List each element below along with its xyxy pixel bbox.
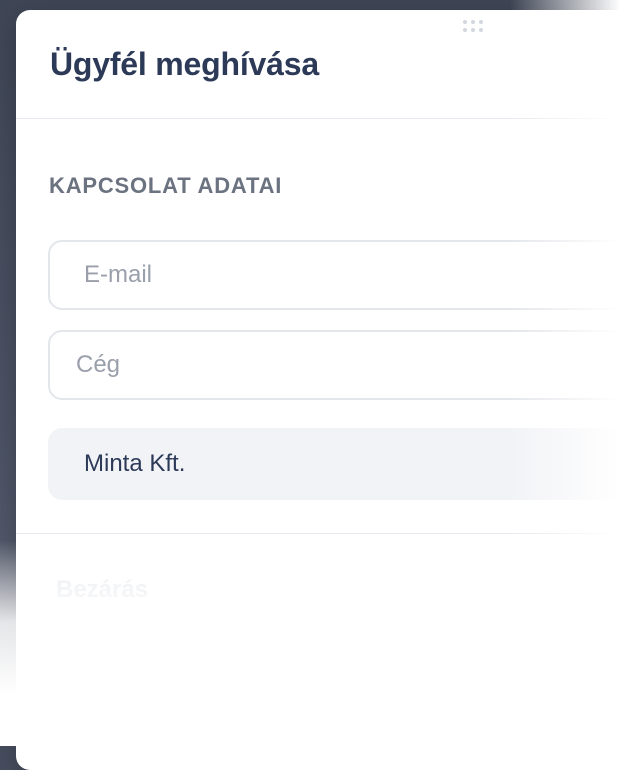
invite-client-dialog: Ügyfél meghívása KAPCSOLAT ADATAI Minta … [16,10,640,770]
close-button[interactable]: Bezárás [56,576,148,604]
grip-dots-icon[interactable] [463,20,487,34]
section-label: KAPCSOLAT ADATAI [49,173,283,198]
company-suggestion-label: Minta Kft. [84,450,186,477]
company-field[interactable] [48,330,640,400]
company-input[interactable] [50,332,640,398]
footer-divider [16,533,640,534]
dialog-title: Ügyfél meghívása [50,46,319,82]
email-field[interactable] [48,240,640,310]
header-divider [16,118,640,119]
company-suggestion-item[interactable]: Minta Kft. [48,428,640,500]
email-input[interactable] [50,242,640,308]
